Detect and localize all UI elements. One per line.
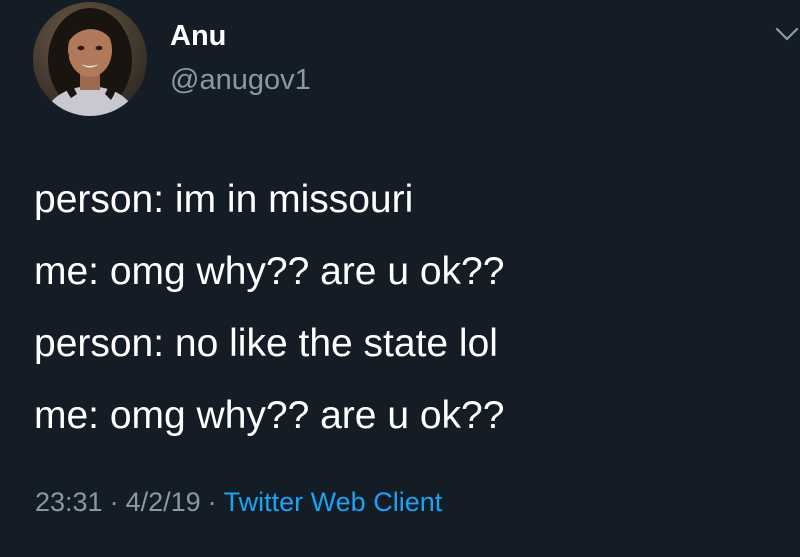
- client-link[interactable]: Twitter Web Client: [224, 487, 443, 517]
- tweet-date[interactable]: 4/2/19: [126, 487, 201, 517]
- tweet-line: me: omg why?? are u ok??: [34, 394, 505, 437]
- avatar[interactable]: [33, 2, 147, 116]
- tweet-time[interactable]: 23:31: [35, 487, 103, 517]
- tweet-text: person: im in missouri me: omg why?? are…: [34, 164, 784, 452]
- chevron-down-icon[interactable]: [774, 26, 800, 44]
- display-name[interactable]: Anu: [170, 18, 226, 54]
- tweet-line: me: omg why?? are u ok??: [34, 250, 505, 293]
- tweet-metadata: 23:31 · 4/2/19 · Twitter Web Client: [35, 482, 442, 522]
- separator: ·: [207, 487, 217, 517]
- separator: ·: [109, 487, 119, 517]
- tweet-line: person: im in missouri: [34, 178, 414, 221]
- user-handle[interactable]: @anugov1: [170, 62, 311, 98]
- tweet-line: person: no like the state lol: [34, 322, 498, 365]
- tweet: Anu @anugov1 person: im in missouri me: …: [0, 0, 800, 557]
